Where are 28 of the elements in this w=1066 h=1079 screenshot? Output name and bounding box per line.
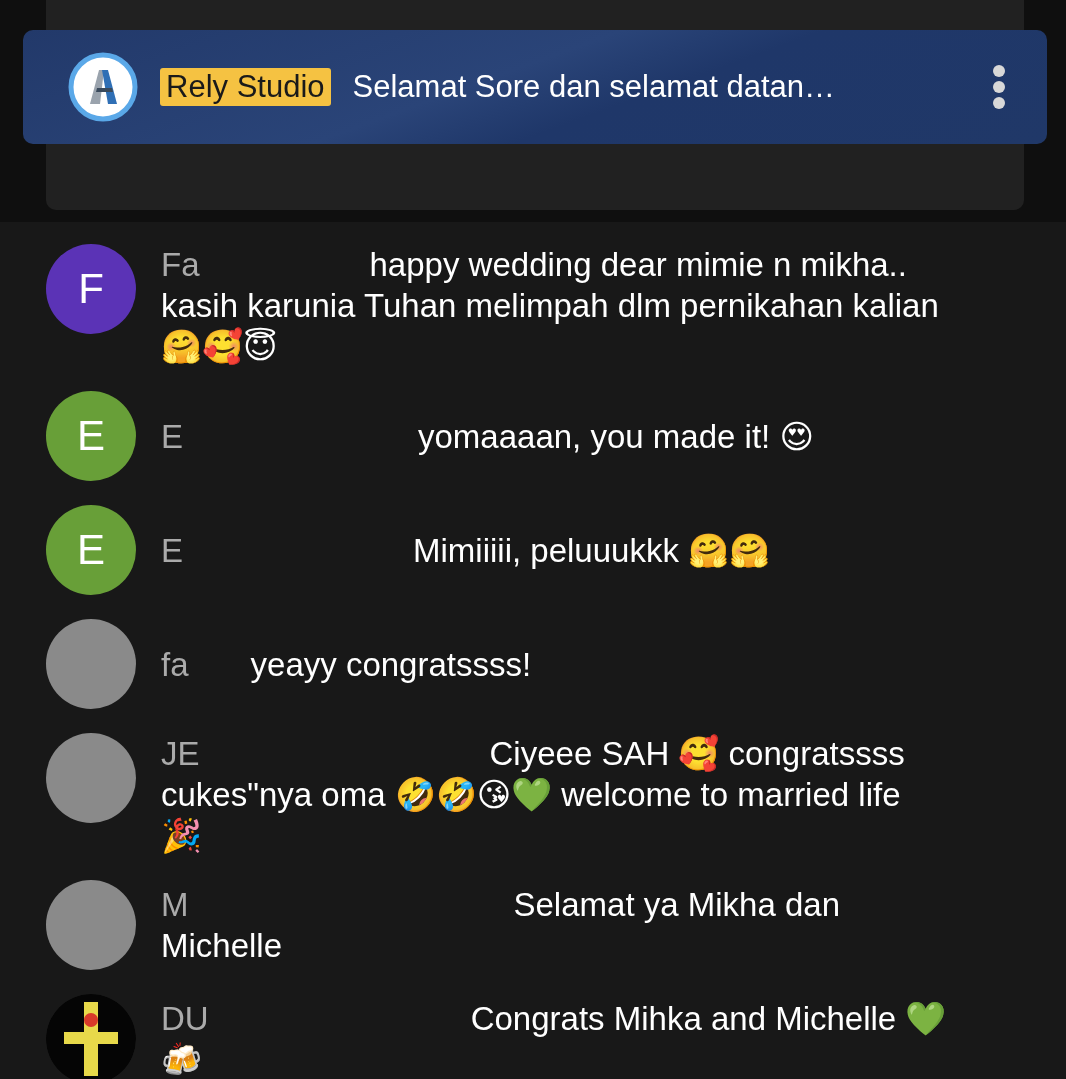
message-text: Ciyeee SAH 🥰 congratssss — [489, 735, 905, 772]
message-text: kasih karunia Tuhan melimpah dlm pernikahan kalian — [161, 287, 939, 324]
author-name[interactable]: E — [161, 531, 183, 569]
author-badge[interactable]: Rely Studio — [160, 68, 331, 106]
author-name[interactable]: M — [161, 886, 189, 923]
message-text: Mimiiiii, peluuukkk 🤗🤗 — [413, 531, 771, 569]
message-text: yeayy congratssss! — [250, 645, 532, 683]
author-name[interactable]: DU — [161, 1000, 209, 1037]
letter-avatar: E — [46, 391, 136, 481]
message-text: Selamat ya Mikha dan — [513, 886, 840, 923]
letter-avatar: F — [46, 244, 136, 334]
author-name[interactable]: E — [161, 417, 183, 455]
message-text: yomaaaan, you made it! 😍 — [418, 417, 814, 455]
message-text: 🍻 — [161, 1041, 202, 1078]
message-text: Michelle — [161, 927, 283, 964]
pinned-message-text: Selamat Sore dan selamat datan… — [352, 69, 837, 105]
message-text: happy wedding dear mimie n mikha.. — [369, 246, 907, 283]
logo-avatar-icon — [46, 994, 136, 1079]
message-text: 🎉 — [161, 817, 202, 854]
channel-logo-icon — [68, 52, 138, 122]
more-options-icon[interactable] — [991, 64, 1007, 110]
author-name[interactable]: JE — [161, 735, 200, 772]
message-text: cukes"nya oma 🤣🤣😘💚 welcome to married life — [161, 776, 901, 813]
message-text: 🤗🥰😇 — [161, 328, 278, 365]
message-text: Congrats Mihka and Michelle 💚 — [470, 1000, 947, 1037]
author-name[interactable]: fa — [161, 645, 189, 683]
author-name[interactable]: Fa — [161, 246, 200, 283]
letter-avatar: E — [46, 505, 136, 595]
